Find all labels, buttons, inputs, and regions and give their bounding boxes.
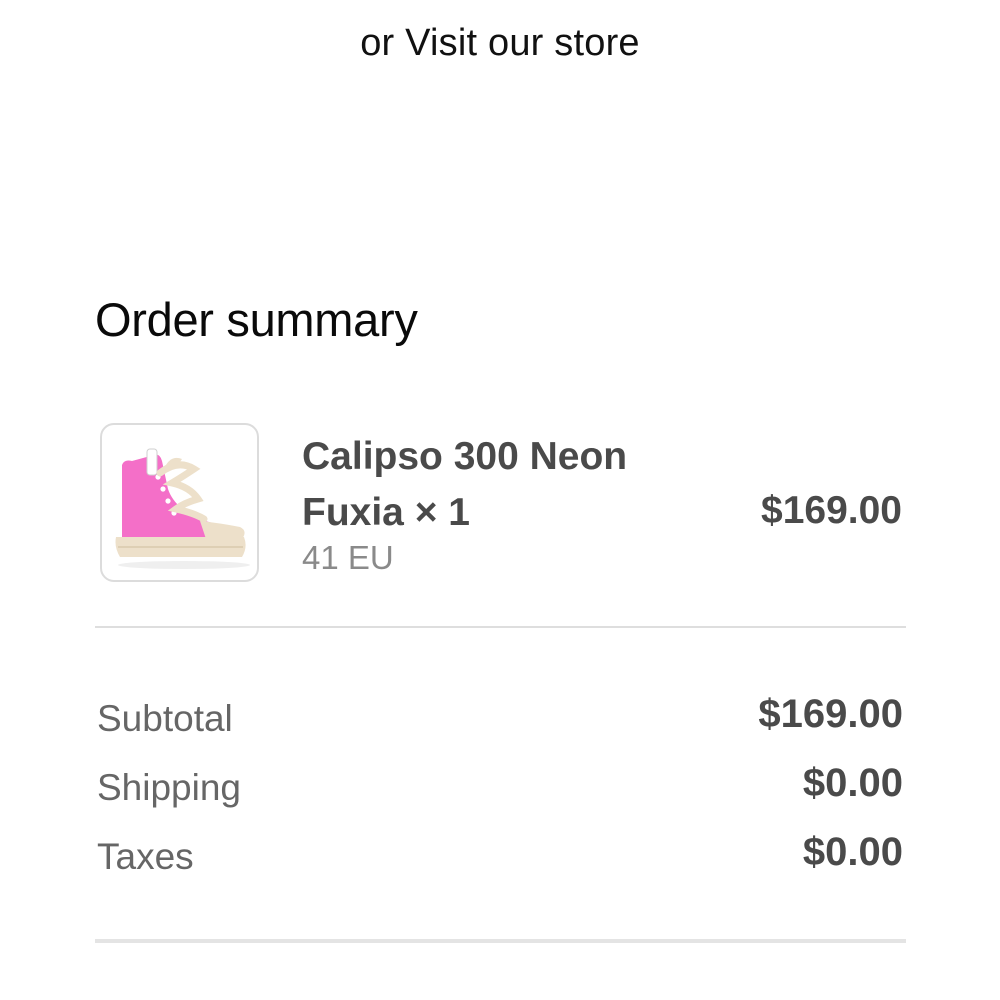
- order-summary-page: or Visit our store Order summary Calipso…: [0, 0, 1000, 1000]
- taxes-label: Taxes: [97, 836, 194, 877]
- shipping-row: Shipping $0.00: [97, 761, 903, 830]
- pink-high-top-sneaker-icon: [115, 448, 250, 569]
- subtotal-label: Subtotal: [97, 698, 233, 739]
- product-name: Calipso 300 Neon Fuxia × 1: [302, 435, 628, 534]
- order-summary-title: Order summary: [95, 293, 418, 346]
- totals-divider: [95, 939, 906, 943]
- order-line-item: Calipso 300 Neon Fuxia × 1 41 EU $169.00: [100, 423, 902, 583]
- product-price: $169.00: [761, 489, 902, 532]
- order-totals: Subtotal $169.00 Shipping $0.00 Taxes $0…: [97, 692, 903, 899]
- summary-divider: [95, 626, 906, 628]
- visit-store-link[interactable]: or Visit our store: [0, 22, 1000, 65]
- taxes-value: $0.00: [802, 830, 903, 874]
- subtotal-row: Subtotal $169.00: [97, 692, 903, 761]
- product-variant: 41 EU: [302, 539, 394, 576]
- shipping-label: Shipping: [97, 767, 242, 808]
- product-thumbnail: [100, 423, 259, 582]
- taxes-row: Taxes $0.00: [97, 830, 903, 899]
- subtotal-value: $169.00: [758, 692, 903, 736]
- shipping-value: $0.00: [802, 761, 903, 805]
